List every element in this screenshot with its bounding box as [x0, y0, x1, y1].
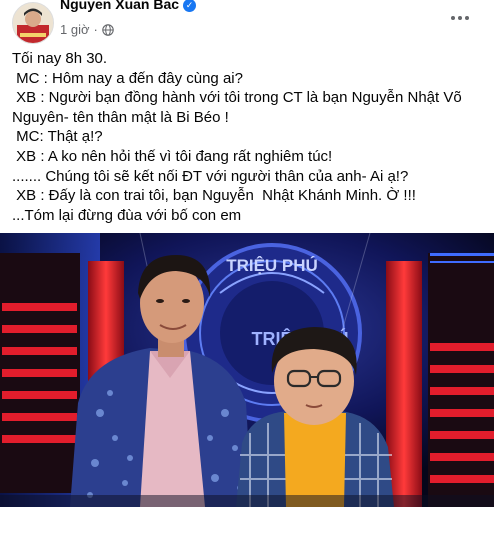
more-dot-icon — [451, 16, 455, 20]
more-options-button[interactable] — [446, 8, 474, 28]
post-text: Tối nay 8h 30. MC : Hôm nay a đến đây cù… — [12, 49, 482, 225]
post-line: Tối nay 8h 30. — [12, 50, 108, 67]
globe-icon — [102, 23, 114, 36]
author-avatar[interactable] — [12, 2, 54, 44]
post-line: XB : A ko nên hỏi thế vì tôi đang rất ng… — [12, 147, 333, 165]
author-name-text[interactable]: Nguyen Xuan Bac — [60, 0, 179, 12]
post-header: Nguyen Xuan Bac ✓ 1 giờ · — [0, 0, 494, 46]
facebook-post: Nguyen Xuan Bac ✓ 1 giờ · Tối nay 8h 30. … — [0, 0, 494, 550]
verified-badge-icon: ✓ — [183, 0, 197, 12]
meta-separator: · — [93, 22, 98, 37]
post-line: XB : Người bạn đồng hành với tôi trong C… — [12, 89, 466, 126]
post-time[interactable]: 1 giờ — [60, 22, 90, 37]
more-dot-icon — [458, 16, 462, 20]
post-line: XB : Đấy là con trai tôi, bạn Nguyễn Nhậ… — [12, 187, 416, 205]
logo-text-top: TRIỆU PHÚ — [226, 256, 318, 275]
more-dot-icon — [465, 16, 469, 20]
post-meta: 1 giờ · — [60, 22, 114, 37]
author-name[interactable]: Nguyen Xuan Bac ✓ — [60, 0, 197, 12]
post-photo[interactable]: TRIỆU PHÚ TRIỆU PHÚ — [0, 233, 494, 507]
post-line: MC: Thật ạ!? — [12, 128, 103, 146]
post-line: ...Tóm lại đừng đùa với bố con em — [12, 206, 242, 224]
post-line: MC : Hôm nay a đến đây cùng ai? — [12, 69, 243, 87]
post-line: ....... Chúng tôi sẽ kết nối ĐT với ngườ… — [12, 167, 409, 185]
